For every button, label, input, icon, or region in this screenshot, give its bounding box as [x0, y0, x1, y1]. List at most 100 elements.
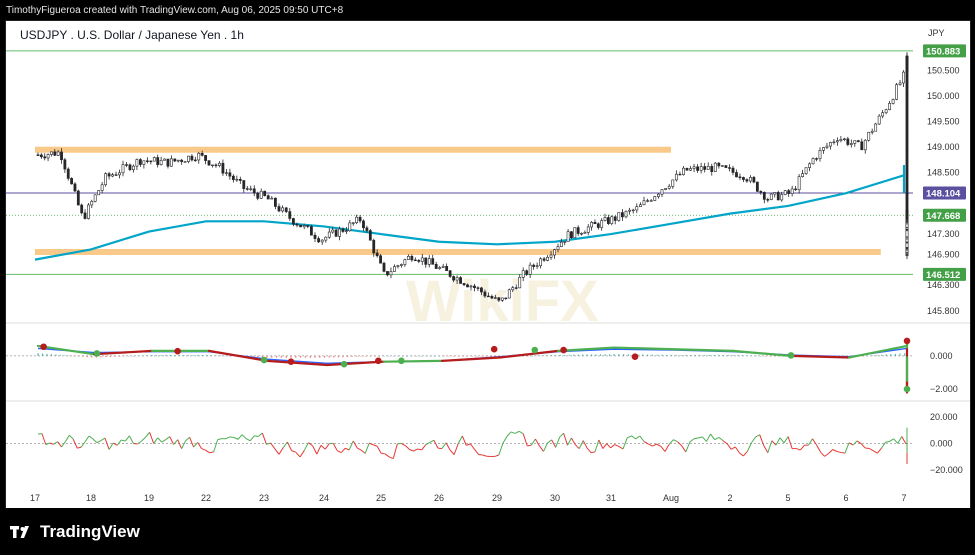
macd-histogram-bar [55, 354, 57, 356]
oscillator-line-segment [128, 435, 134, 444]
oscillator-line-segment [610, 444, 615, 449]
candle-body [720, 165, 724, 167]
oscillator-line-segment [92, 438, 98, 443]
candle-body [306, 225, 310, 227]
candle-body [87, 204, 90, 219]
oscillator-line-segment [718, 436, 724, 442]
candle-body [252, 188, 256, 194]
oscillator-line-segment [157, 437, 163, 443]
oscillator-line-segment [494, 454, 500, 457]
candle-body [80, 204, 84, 214]
macd-histogram-bar [890, 354, 892, 356]
oscillator-line-segment [852, 440, 858, 446]
macd-histogram-bar [406, 355, 408, 357]
macd-histogram-bar [333, 355, 335, 358]
oscillator-line-segment [108, 442, 114, 450]
oscillator-line-segment [664, 444, 670, 452]
candle-body [542, 258, 546, 261]
candle-body [281, 207, 285, 212]
candle-body [270, 197, 274, 200]
oscillator-line-segment [530, 438, 536, 446]
candle-body [656, 193, 660, 197]
candle-body [427, 258, 431, 265]
macd-histogram-bar [727, 354, 729, 356]
chart-canvas[interactable]: WikiFXUSDJPY . U.S. Dollar / Japanese Ye… [6, 21, 970, 509]
oscillator-line-segment [502, 436, 508, 444]
candle-body [888, 103, 892, 111]
oscillator-line-segment [602, 443, 608, 449]
candle-body [839, 139, 843, 141]
candle-body [118, 172, 121, 176]
oscillator-line-segment [807, 438, 813, 446]
macd-histogram-bar [656, 354, 658, 356]
candle-body [835, 140, 839, 143]
price-badge-label: 150.883 [926, 46, 960, 57]
candle-body [603, 217, 607, 221]
candle-body [266, 195, 270, 200]
macd-cross-marker [93, 350, 101, 357]
candle-body [159, 160, 163, 165]
oscillator-line-segment [133, 442, 138, 445]
macd-histogram-bar [280, 355, 282, 358]
oscillator-line-segment [181, 440, 187, 449]
macd-histogram-bar [86, 355, 88, 358]
candle-body [466, 284, 469, 288]
macd-histogram-bar [647, 354, 649, 356]
candle-body [225, 172, 228, 174]
oscillator-line-segment [189, 437, 195, 448]
candle-body [780, 194, 784, 201]
candle-body [518, 277, 522, 289]
oscillator-line-segment [869, 448, 874, 452]
macd-histogram-bar [536, 355, 538, 357]
oscillator-line-segment [381, 452, 386, 455]
oscillator-line-segment [751, 436, 757, 443]
oscillator-line-segment [698, 436, 703, 439]
candle-body [486, 295, 490, 298]
oscillator-line-segment [539, 445, 544, 452]
candle-body [368, 230, 372, 241]
candle-body [410, 256, 414, 261]
macd-histogram-bar [876, 355, 878, 356]
candle-body [396, 265, 400, 267]
oscillator-line-segment [413, 448, 418, 452]
macd-histogram-bar [165, 354, 167, 356]
macd-histogram-bar [59, 354, 61, 356]
candle-body [674, 173, 678, 181]
osc-axis-tick-label: −20.000 [930, 465, 963, 475]
macd-histogram-bar [105, 355, 107, 358]
candle-body [842, 138, 846, 140]
macd-histogram-bar [466, 355, 469, 357]
macd-histogram-bar [346, 355, 349, 358]
candle-body [706, 166, 710, 170]
price-axis-tick-label: 150.500 [927, 65, 960, 75]
oscillator-line-segment [225, 436, 231, 440]
candle-body [245, 188, 249, 190]
macd-histogram-bar [541, 355, 543, 357]
candle-body [586, 226, 590, 233]
x-axis-tick-label: 29 [492, 493, 502, 503]
oscillator-line-segment [41, 433, 47, 445]
macd-histogram-bar [448, 355, 450, 357]
candle-body [341, 228, 345, 232]
candle-body [386, 271, 389, 276]
macd-histogram-bar [904, 353, 906, 356]
oscillator-line-segment [320, 444, 326, 450]
candle-body [507, 289, 511, 299]
macd-histogram-bar [774, 355, 776, 357]
macd-histogram-bar [220, 355, 222, 357]
oscillator-line-segment [116, 439, 122, 446]
candle-body [100, 184, 104, 191]
price-badge-label: 146.512 [926, 270, 960, 281]
candle-body [56, 151, 60, 156]
macd-histogram-bar [229, 355, 231, 357]
x-axis-tick-label: Aug [663, 493, 679, 503]
oscillator-line-segment [796, 447, 801, 451]
macd-line-segment [498, 349, 560, 359]
chart-frame[interactable]: WikiFX USDJPY . U.S. Dollar / Japanese Ye… [5, 20, 971, 510]
macd-histogram-bar [91, 355, 93, 358]
candle-body [288, 211, 292, 219]
tradingview-logo[interactable]: TradingView [10, 522, 140, 542]
oscillator-line-segment [77, 446, 82, 449]
oscillator-line-segment [213, 439, 219, 453]
macd-histogram-bar [559, 354, 561, 356]
